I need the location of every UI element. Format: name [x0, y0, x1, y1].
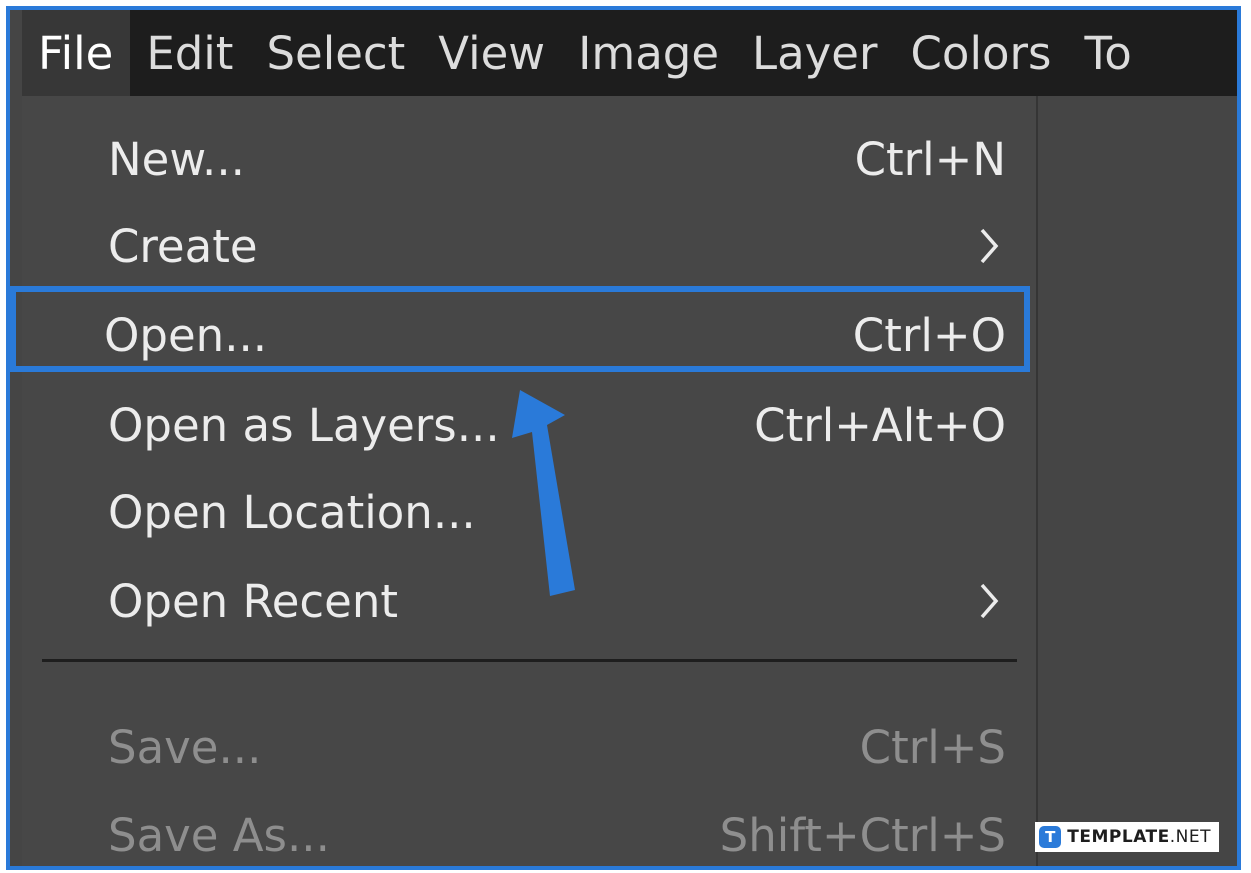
- template-net-watermark: T TEMPLATE .NET: [1035, 822, 1219, 852]
- menu-item-label: Save...: [108, 720, 262, 774]
- menu-tools[interactable]: To: [1068, 10, 1148, 96]
- menu-layer[interactable]: Layer: [736, 10, 894, 96]
- menu-item-label: New...: [108, 132, 245, 186]
- pointer-arrow-icon: [512, 390, 575, 596]
- menu-item-label: Save As...: [108, 808, 330, 862]
- chevron-right-icon: [980, 228, 999, 264]
- menu-file[interactable]: File: [22, 10, 131, 96]
- menu-item-label: Create: [108, 219, 258, 273]
- menu-item-shortcut: Ctrl+O: [852, 308, 1006, 362]
- watermark-brand: TEMPLATE: [1067, 827, 1170, 847]
- menu-separator: [42, 659, 1017, 662]
- menu-item-shortcut: Ctrl+S: [859, 720, 1006, 774]
- menu-item-save-as[interactable]: Save As... Shift+Ctrl+S: [22, 792, 1036, 866]
- watermark-suffix: .NET: [1169, 827, 1211, 847]
- menu-item-create[interactable]: Create: [22, 203, 1036, 289]
- menu-item-shortcut: Ctrl+N: [854, 132, 1006, 186]
- menu-edit[interactable]: Edit: [130, 10, 250, 96]
- menu-view[interactable]: View: [422, 10, 562, 96]
- menu-item-shortcut: Ctrl+Alt+O: [754, 398, 1006, 452]
- menu-item-label: Open as Layers...: [108, 398, 500, 452]
- template-logo-icon: T: [1039, 826, 1062, 848]
- menu-item-open[interactable]: Open... Ctrl+O: [22, 292, 1036, 378]
- menu-item-label: Open...: [104, 308, 268, 362]
- menu-item-label: Open Location...: [108, 485, 476, 539]
- screenshot-frame: File Edit Select View Image Layer Colors…: [6, 6, 1241, 870]
- chevron-right-icon: [980, 583, 999, 619]
- menu-bar: File Edit Select View Image Layer Colors…: [22, 10, 1237, 96]
- menu-image[interactable]: Image: [562, 10, 736, 96]
- menu-item-new[interactable]: New... Ctrl+N: [22, 116, 1036, 202]
- menu-select[interactable]: Select: [250, 10, 422, 96]
- menu-item-shortcut: Shift+Ctrl+S: [719, 808, 1006, 862]
- menu-colors[interactable]: Colors: [895, 10, 1069, 96]
- menu-item-label: Open Recent: [108, 574, 399, 628]
- menu-item-save[interactable]: Save... Ctrl+S: [22, 704, 1036, 790]
